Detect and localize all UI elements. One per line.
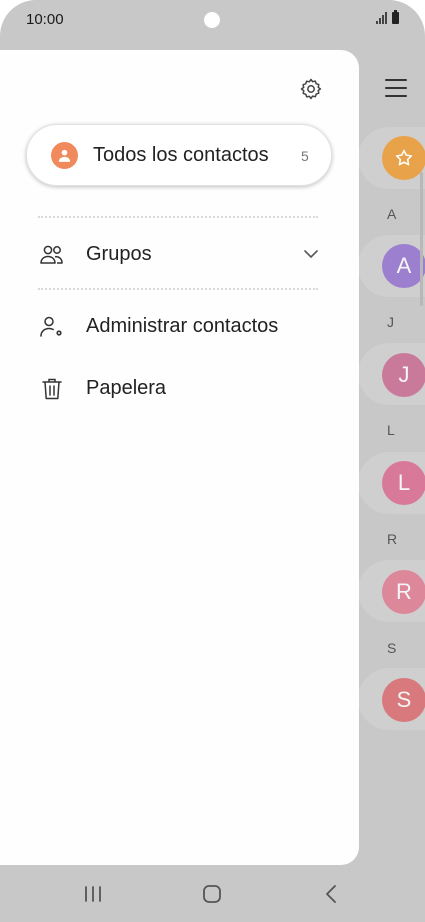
avatar: A — [382, 244, 425, 288]
manage-contacts-item[interactable]: Administrar contactos — [38, 305, 328, 349]
trash-label: Papelera — [86, 377, 167, 399]
person-icon — [51, 142, 78, 169]
section-header: S — [387, 640, 397, 656]
manage-contacts-label: Administrar contactos — [86, 315, 279, 337]
section-header: R — [387, 531, 398, 547]
divider — [38, 216, 318, 218]
all-contacts-label: Todos los contactos — [93, 144, 269, 166]
trash-icon — [38, 375, 66, 403]
gear-icon[interactable] — [299, 77, 323, 101]
avatar: R — [382, 570, 425, 614]
section-header: J — [387, 314, 394, 330]
avatar: S — [382, 678, 425, 722]
groups-label: Grupos — [86, 243, 152, 265]
hamburger-icon[interactable] — [385, 79, 407, 99]
all-contacts-button[interactable]: Todos los contactos 5 — [26, 124, 332, 186]
favorites-star-icon — [382, 136, 425, 180]
navigation-drawer: Todos los contactos 5 Grupos Administrar… — [0, 50, 359, 865]
section-header: L — [387, 422, 395, 438]
avatar: J — [382, 353, 425, 397]
person-gear-icon — [38, 313, 66, 341]
chevron-down-icon[interactable] — [302, 245, 320, 263]
divider — [38, 288, 318, 290]
phone-screen: 10:00 A A J J L L R R S S Todos los cont… — [0, 0, 425, 922]
trash-item[interactable]: Papelera — [38, 367, 328, 411]
navigation-bar — [0, 865, 425, 922]
avatar: L — [382, 461, 425, 505]
scrollbar[interactable] — [420, 172, 423, 306]
recent-apps-button[interactable] — [63, 865, 123, 922]
groups-item[interactable]: Grupos — [38, 233, 328, 277]
section-header: A — [387, 206, 397, 222]
all-contacts-count: 5 — [301, 148, 309, 164]
home-button[interactable] — [182, 865, 242, 922]
people-icon — [38, 241, 66, 269]
back-button[interactable] — [302, 865, 362, 922]
